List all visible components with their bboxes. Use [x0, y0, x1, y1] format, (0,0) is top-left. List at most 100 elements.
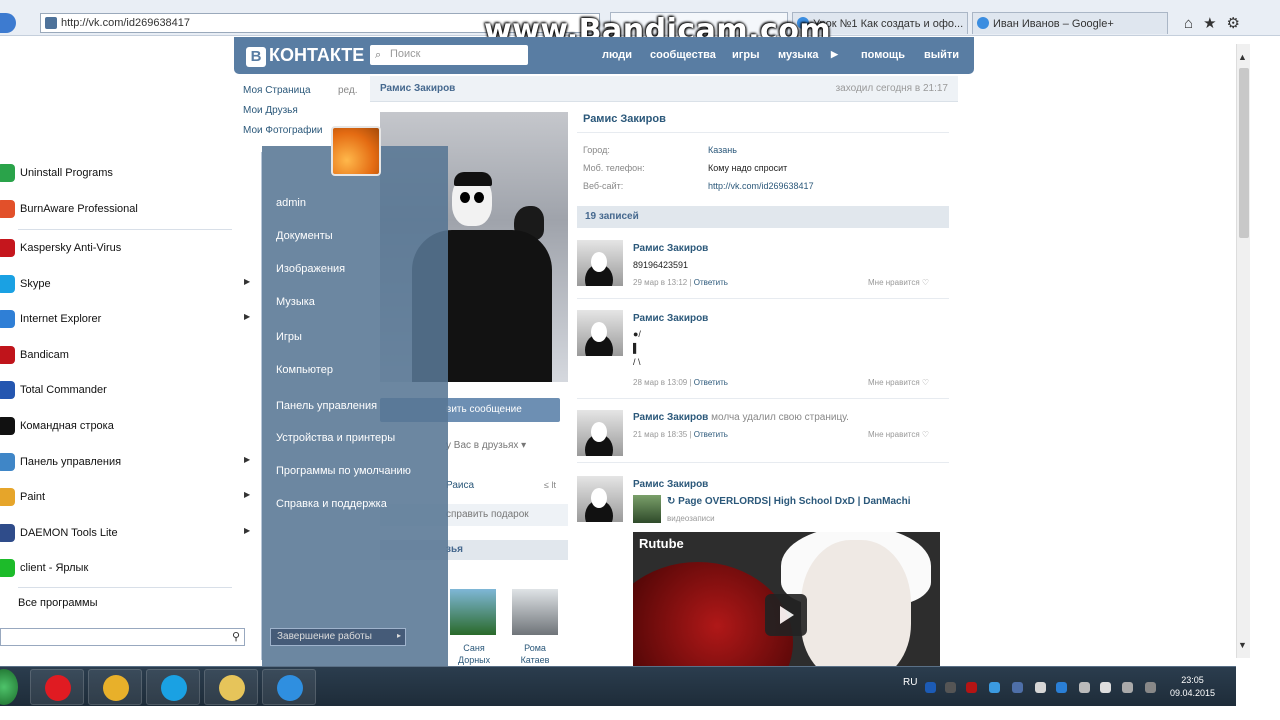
nav-communities[interactable]: сообщества: [650, 49, 716, 61]
friend-link[interactable]: Раиса: [446, 480, 474, 491]
mask-eye: [474, 192, 484, 203]
tray-arrow-icon[interactable]: [945, 682, 956, 693]
menu-edit-link[interactable]: ред.: [338, 85, 358, 96]
wall-count-bar[interactable]: 19 записей: [577, 206, 949, 228]
home-icon[interactable]: ⌂: [1184, 15, 1203, 32]
vk-search-input[interactable]: ⌕ Поиск: [370, 45, 528, 65]
program-item[interactable]: Internet Explorer ▶: [0, 304, 262, 334]
program-item[interactable]: Paint ▶: [0, 482, 262, 512]
start-right-item[interactable]: Изображения: [276, 263, 345, 275]
field-value-website[interactable]: http://vk.com/id269638417: [708, 181, 814, 191]
video-brand: Rutube: [639, 536, 684, 551]
video-player[interactable]: Rutube: [633, 532, 940, 668]
friend-avatar[interactable]: [450, 589, 496, 635]
volume-icon[interactable]: [1079, 682, 1090, 693]
favorites-star-icon[interactable]: ★: [1203, 15, 1226, 32]
repost-title[interactable]: ↻ Page OVERLORDS| High School DxD | DanM…: [667, 496, 910, 507]
taskbar-button[interactable]: [262, 669, 316, 705]
tab-google-plus[interactable]: Иван Иванов – Google+: [972, 12, 1168, 34]
reply-link[interactable]: Ответить: [694, 430, 728, 439]
program-item[interactable]: Bandicam: [0, 340, 262, 370]
program-item[interactable]: Командная строка: [0, 411, 262, 441]
update-tray-icon[interactable]: [1056, 682, 1067, 693]
play-icon[interactable]: [765, 594, 807, 636]
post-author[interactable]: Рамис Закиров: [633, 243, 708, 254]
taskbar-button[interactable]: [30, 669, 84, 705]
user-picture[interactable]: [331, 126, 381, 176]
program-item[interactable]: client - Ярлык: [0, 553, 262, 583]
in-friends-status[interactable]: у Вас в друзьях ▾: [446, 440, 526, 451]
post-avatar[interactable]: [577, 310, 623, 356]
program-item[interactable]: Панель управления ▶: [0, 447, 262, 477]
friend-name[interactable]: Рома Катаев: [518, 642, 552, 666]
help-icon[interactable]: [925, 682, 936, 693]
network-icon[interactable]: [1122, 682, 1133, 693]
start-right-item[interactable]: Документы: [276, 230, 333, 242]
scrollbar-thumb[interactable]: [1239, 68, 1249, 238]
nav-games[interactable]: игры: [732, 49, 759, 61]
bandicam-tray-icon[interactable]: [966, 682, 977, 693]
nav-music[interactable]: музыка: [778, 49, 818, 61]
start-right-item[interactable]: admin: [276, 197, 306, 209]
page-scrollbar[interactable]: [1236, 44, 1250, 658]
program-item[interactable]: Total Commander: [0, 375, 262, 405]
friend-avatar[interactable]: [512, 589, 558, 635]
repost-thumbnail[interactable]: [633, 495, 661, 523]
friend-name[interactable]: Саня Дорных: [458, 642, 490, 666]
program-icon: [0, 453, 15, 471]
post-avatar[interactable]: [577, 476, 623, 522]
reply-link[interactable]: Ответить: [694, 278, 728, 287]
menu-my-page[interactable]: Моя Страница ред.: [243, 85, 358, 96]
program-item[interactable]: Uninstall Programs: [0, 158, 262, 188]
device-tray-icon[interactable]: [1035, 682, 1046, 693]
program-item[interactable]: BurnAware Professional: [0, 194, 262, 224]
skype-tray-icon[interactable]: [989, 682, 1000, 693]
program-item[interactable]: Kaspersky Anti-Virus: [0, 233, 262, 263]
post-avatar[interactable]: [577, 410, 623, 456]
start-search-input[interactable]: ⚲: [0, 628, 245, 646]
post-author[interactable]: Рамис Закиров: [633, 313, 708, 324]
like-button[interactable]: Мне нравится ♡: [868, 430, 929, 439]
start-orb-icon[interactable]: [0, 669, 18, 705]
program-label: Total Commander: [20, 384, 107, 396]
menu-my-friends[interactable]: Мои Друзья: [243, 105, 298, 116]
scroll-up-icon[interactable]: ▲: [1238, 52, 1247, 62]
nav-help[interactable]: помощь: [861, 49, 905, 61]
all-programs[interactable]: Все программы: [18, 597, 97, 609]
browser-back-icon[interactable]: [0, 13, 16, 33]
ie-icon: [277, 675, 303, 701]
scroll-down-icon[interactable]: ▼: [1238, 640, 1247, 650]
nav-people[interactable]: люди: [602, 49, 632, 61]
reply-link[interactable]: Ответить: [694, 378, 728, 387]
taskbar-button[interactable]: [204, 669, 258, 705]
post-avatar[interactable]: [577, 240, 623, 286]
start-right-item[interactable]: Справка и поддержка: [276, 498, 387, 510]
post-author[interactable]: Рамис Закиров: [633, 412, 708, 423]
program-item[interactable]: Skype ▶: [0, 269, 262, 299]
menu-my-photos[interactable]: Мои Фотографии: [243, 125, 323, 136]
taskbar-button[interactable]: [146, 669, 200, 705]
like-button[interactable]: Мне нравится ♡: [868, 278, 929, 287]
language-indicator[interactable]: RU: [903, 677, 917, 688]
start-right-item[interactable]: Устройства и принтеры: [276, 432, 395, 444]
clock[interactable]: 23:05 09.04.2015: [1170, 674, 1215, 700]
like-button[interactable]: Мне нравится ♡: [868, 378, 929, 387]
chevron-right-icon[interactable]: ▸: [397, 631, 401, 640]
start-right-item[interactable]: Игры: [276, 331, 302, 343]
start-right-item[interactable]: Программы по умолчанию: [276, 465, 411, 477]
start-right-item[interactable]: Панель управления: [276, 400, 377, 412]
nav-logout[interactable]: выйти: [924, 49, 959, 61]
network-tray-icon[interactable]: [1012, 682, 1023, 693]
start-right-item[interactable]: Музыка: [276, 296, 315, 308]
vk-logo[interactable]: В КОНТАКТЕ: [246, 45, 364, 67]
nav-music-play-icon[interactable]: ▶: [831, 49, 838, 60]
shutdown-button[interactable]: Завершение работы ▸: [270, 628, 406, 646]
settings-gear-icon[interactable]: ⚙: [1227, 15, 1250, 32]
program-item[interactable]: DAEMON Tools Lite ▶: [0, 518, 262, 548]
start-right-item[interactable]: Компьютер: [276, 364, 333, 376]
field-value-city[interactable]: Казань: [708, 145, 737, 155]
post-author[interactable]: Рамис Закиров: [633, 479, 708, 490]
taskbar-button[interactable]: [88, 669, 142, 705]
flag-icon[interactable]: [1100, 682, 1111, 693]
display-icon[interactable]: [1145, 682, 1156, 693]
